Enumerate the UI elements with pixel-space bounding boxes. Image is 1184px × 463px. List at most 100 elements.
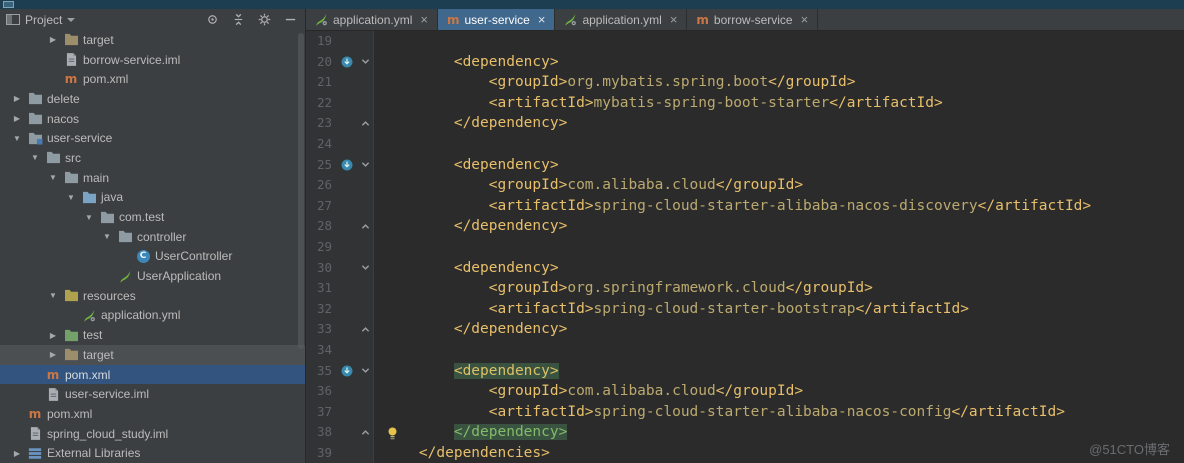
collapse-all-icon[interactable] [231,13,245,27]
line-number: 37 [306,401,336,423]
collapse-arrow-icon[interactable]: ▼ [62,193,80,202]
code-editor[interactable]: 19 20 <dependency> 21 <groupId>org.mybatis… [306,31,1184,463]
collapse-arrow-icon[interactable]: ▼ [26,153,44,162]
expand-arrow-icon[interactable]: ▶ [44,331,62,340]
tree-item-controller[interactable]: ▼ controller [0,227,305,247]
line-number: 23 [306,113,336,134]
fold-up-icon[interactable] [358,113,374,134]
tree-item-com-test[interactable]: ▼ com.test [0,207,305,227]
close-tab-icon[interactable]: × [670,13,678,26]
editor-line-33[interactable]: 33 </dependency> [306,319,1184,340]
editor-line-39[interactable]: 39 </dependencies> [306,442,1184,463]
close-tab-icon[interactable]: × [538,13,546,26]
line-number: 24 [306,133,336,155]
code-text: <dependency> [453,362,559,379]
editor-line-36[interactable]: 36 <groupId>com.alibaba.cloud</groupId> [306,381,1184,402]
fold-up-icon[interactable] [358,422,374,443]
editor-line-22[interactable]: 22 <artifactId>mybatis-spring-boot-start… [306,92,1184,114]
tree-item-resources[interactable]: ▼ resources [0,286,305,306]
maven-dep-icon[interactable] [336,154,358,176]
editor-line-24[interactable]: 24 [306,133,1184,155]
editor-tab-bar: application.yml × m user-service × applicatio… [306,9,1184,31]
tree-item-target[interactable]: ▶ target [0,345,305,365]
editor-line-29[interactable]: 29 [306,236,1184,258]
tree-item-user-service[interactable]: ▼ user-service [0,128,305,148]
tree-item-java[interactable]: ▼ java [0,188,305,208]
expand-arrow-icon[interactable]: ▶ [8,114,26,123]
tree-item-application-yml[interactable]: application.yml [0,306,305,326]
spring-config-icon [315,13,328,26]
editor-line-19[interactable]: 19 [306,31,1184,52]
code-text: <artifactId>spring-cloud-starter-alibaba… [488,197,1092,214]
editor-line-31[interactable]: 31 <groupId>org.springframework.cloud</g… [306,278,1184,299]
editor-line-28[interactable]: 28 </dependency> [306,216,1184,237]
tree-item-pom-xml[interactable]: m pom.xml [0,69,305,89]
fold-down-icon[interactable] [358,360,374,382]
tree-item-delete[interactable]: ▶ delete [0,89,305,109]
editor-line-35[interactable]: 35 <dependency> [306,360,1184,382]
tree-item-userapplication[interactable]: UserApplication [0,266,305,286]
editor-line-27[interactable]: 27 <artifactId>spring-cloud-starter-alib… [306,195,1184,217]
editor-line-25[interactable]: 25 <dependency> [306,154,1184,176]
tab-application-yml[interactable]: application.yml × [555,9,688,30]
tree-item-src[interactable]: ▼ src [0,148,305,168]
tree-item-main[interactable]: ▼ main [0,168,305,188]
tree-item-spring-cloud-study-iml[interactable]: spring_cloud_study.iml [0,424,305,444]
tab-application-yml[interactable]: application.yml × [306,9,438,30]
class-icon: C [134,249,152,263]
tree-item-pom-xml[interactable]: m pom.xml [0,364,305,385]
maven-file-icon: m [696,12,709,27]
editor-line-23[interactable]: 23 </dependency> [306,113,1184,134]
fold-spacer [358,401,374,423]
tree-scrollbar[interactable] [298,33,304,349]
tree-item-borrow-service-iml[interactable]: borrow-service.iml [0,50,305,70]
collapse-arrow-icon[interactable]: ▼ [44,173,62,182]
settings-icon[interactable] [257,13,271,27]
editor-line-37[interactable]: 37 <artifactId>spring-cloud-starter-alib… [306,401,1184,423]
fold-up-icon[interactable] [358,319,374,340]
collapse-arrow-icon[interactable]: ▼ [44,291,62,300]
expand-arrow-icon[interactable]: ▶ [44,350,62,359]
editor-line-26[interactable]: 26 <groupId>com.alibaba.cloud</groupId> [306,175,1184,196]
tree-item-label: spring_cloud_study.iml [47,426,169,441]
tree-item-external-libraries[interactable]: ▶ External Libraries [0,443,305,463]
fold-down-icon[interactable] [358,154,374,176]
close-tab-icon[interactable]: × [801,13,809,26]
maven-dep-icon[interactable] [336,51,358,73]
expand-arrow-icon[interactable]: ▶ [8,94,26,103]
editor-line-20[interactable]: 20 <dependency> [306,51,1184,73]
editor-line-34[interactable]: 34 [306,339,1184,361]
fold-down-icon[interactable] [358,51,374,73]
editor-line-38[interactable]: 38 </dependency> [306,422,1184,443]
project-panel-title[interactable]: Project [25,13,62,27]
tree-item-usercontroller[interactable]: C UserController [0,247,305,267]
fold-down-icon[interactable] [358,257,374,279]
source-folder-icon [80,191,98,204]
tree-item-nacos[interactable]: ▶ nacos [0,109,305,129]
tree-item-user-service-iml[interactable]: user-service.iml [0,384,305,404]
tree-item-label: pom.xml [65,367,111,382]
editor-line-30[interactable]: 30 <dependency> [306,257,1184,279]
code-text: <artifactId>spring-cloud-starter-bootstr… [488,300,969,317]
folder-icon [62,171,80,184]
expand-arrow-icon[interactable]: ▶ [44,35,62,44]
hide-icon[interactable] [283,13,297,27]
tree-item-test[interactable]: ▶ test [0,325,305,345]
tab-borrow-service[interactable]: m borrow-service × [687,9,819,30]
collapse-arrow-icon[interactable]: ▼ [8,134,26,143]
project-dropdown-icon[interactable] [67,18,76,22]
editor-line-21[interactable]: 21 <groupId>org.mybatis.spring.boot</gro… [306,72,1184,93]
folder-icon [26,92,44,105]
maven-dep-icon[interactable] [336,360,358,382]
tree-item-target[interactable]: ▶ target [0,30,305,50]
tab-user-service[interactable]: m user-service × [437,9,556,30]
locate-icon[interactable] [205,13,219,27]
collapse-arrow-icon[interactable]: ▼ [98,232,116,241]
close-tab-icon[interactable]: × [420,13,428,26]
collapse-arrow-icon[interactable]: ▼ [80,213,98,222]
fold-up-icon[interactable] [358,216,374,237]
editor-line-32[interactable]: 32 <artifactId>spring-cloud-starter-boot… [306,298,1184,320]
tree-item-pom-xml[interactable]: m pom.xml [0,404,305,424]
expand-arrow-icon[interactable]: ▶ [8,449,26,458]
